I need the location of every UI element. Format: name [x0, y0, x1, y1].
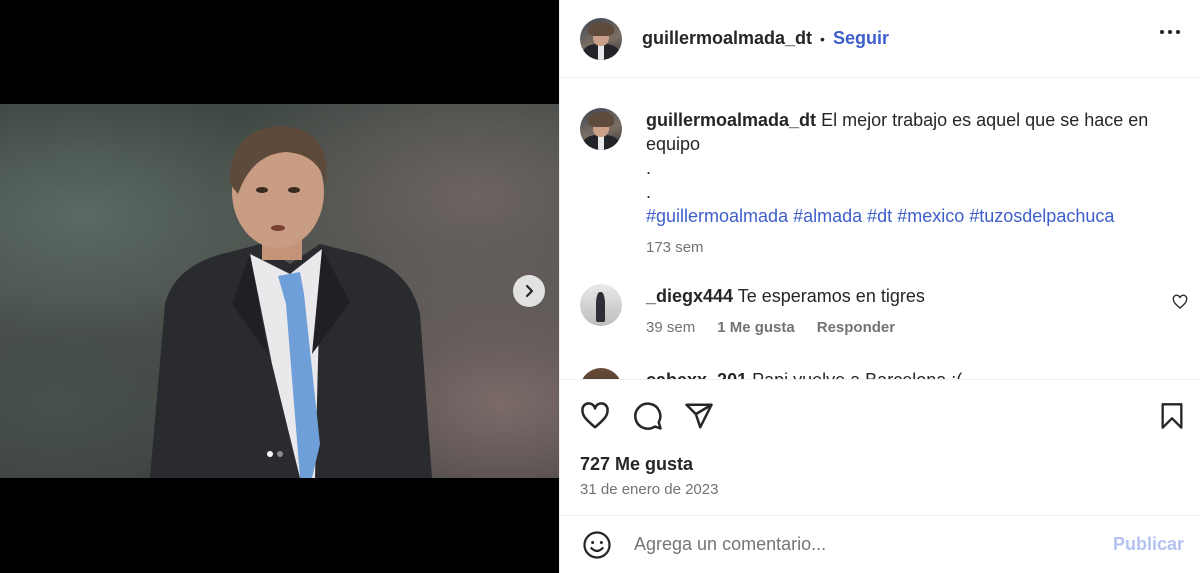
more-options-icon[interactable]: [1160, 30, 1180, 34]
comment-meta: 39 sem 1 Me gusta Responder: [646, 316, 1166, 340]
caption-hashtags: #guillermoalmada #almada #dt #mexico #tu…: [646, 204, 1166, 228]
post-side-panel: guillermoalmada_dt • Seguir guillermoalm…: [559, 0, 1200, 573]
comment-text: Te esperamos en tigres: [737, 286, 925, 306]
media-panel: [0, 0, 559, 573]
caption-time[interactable]: 173 sem: [646, 236, 704, 260]
hashtag-link[interactable]: #tuzosdelpachuca: [969, 206, 1114, 226]
likes-count[interactable]: 727 Me gusta: [580, 454, 693, 475]
publish-button[interactable]: Publicar: [1113, 534, 1184, 555]
caption-username[interactable]: guillermoalmada_dt: [646, 110, 816, 130]
save-bookmark-icon[interactable]: [1158, 401, 1186, 431]
like-heart-icon[interactable]: [580, 401, 610, 431]
caption-meta: 173 sem: [646, 236, 1166, 260]
comments-list[interactable]: guillermoalmada_dt El mejor trabajo es a…: [560, 79, 1200, 379]
post-date: 31 de enero de 2023: [580, 481, 719, 498]
follow-button[interactable]: Seguir: [833, 28, 889, 49]
post-viewer: guillermoalmada_dt • Seguir guillermoalm…: [0, 0, 1200, 573]
reply-button[interactable]: Responder: [817, 316, 895, 340]
comment-item: _diegx444 Te esperamos en tigres 39 sem …: [580, 284, 1166, 340]
comment-composer: Publicar: [560, 515, 1200, 573]
emoji-icon[interactable]: [582, 530, 612, 560]
commenter-username[interactable]: cabexx_201: [646, 370, 747, 379]
post-actions: 727 Me gusta 31 de enero de 2023: [560, 379, 1200, 515]
share-paper-plane-icon[interactable]: [684, 401, 714, 431]
comment-bubble-icon[interactable]: [633, 401, 663, 431]
carousel-dots: [267, 451, 283, 457]
comment-time[interactable]: 39 sem: [646, 316, 695, 340]
header-separator: •: [820, 30, 825, 47]
comment-item: cabexx_201 Papi vuelve a Barcelona :(: [580, 368, 1166, 379]
hashtag-link[interactable]: #guillermoalmada: [646, 206, 788, 226]
comment-like-heart-icon[interactable]: [1172, 294, 1188, 310]
hashtag-link[interactable]: #almada: [793, 206, 862, 226]
comment-text: Papi vuelve a Barcelona :(: [752, 370, 962, 379]
post-header: guillermoalmada_dt • Seguir: [560, 0, 1200, 78]
comment-input[interactable]: [634, 534, 1094, 555]
carousel-dot: [277, 451, 283, 457]
hashtag-link[interactable]: #dt: [867, 206, 892, 226]
author-avatar[interactable]: [580, 17, 622, 60]
carousel-dot-active: [267, 451, 273, 457]
caption-dot: .: [646, 182, 652, 202]
commenter-avatar[interactable]: [580, 368, 622, 379]
comment-likes[interactable]: 1 Me gusta: [717, 316, 795, 340]
hashtag-link[interactable]: #mexico: [897, 206, 964, 226]
commenter-username[interactable]: _diegx444: [646, 286, 733, 306]
next-slide-button[interactable]: [513, 275, 545, 307]
caption-avatar[interactable]: [580, 108, 622, 150]
author-username[interactable]: guillermoalmada_dt: [642, 28, 812, 49]
caption-dot: .: [646, 158, 652, 178]
chevron-right-icon: [525, 284, 534, 298]
coach-photo-illustration: [150, 126, 432, 478]
caption-item: guillermoalmada_dt El mejor trabajo es a…: [580, 108, 1166, 260]
commenter-avatar[interactable]: [580, 284, 622, 326]
post-photo: [0, 104, 559, 478]
